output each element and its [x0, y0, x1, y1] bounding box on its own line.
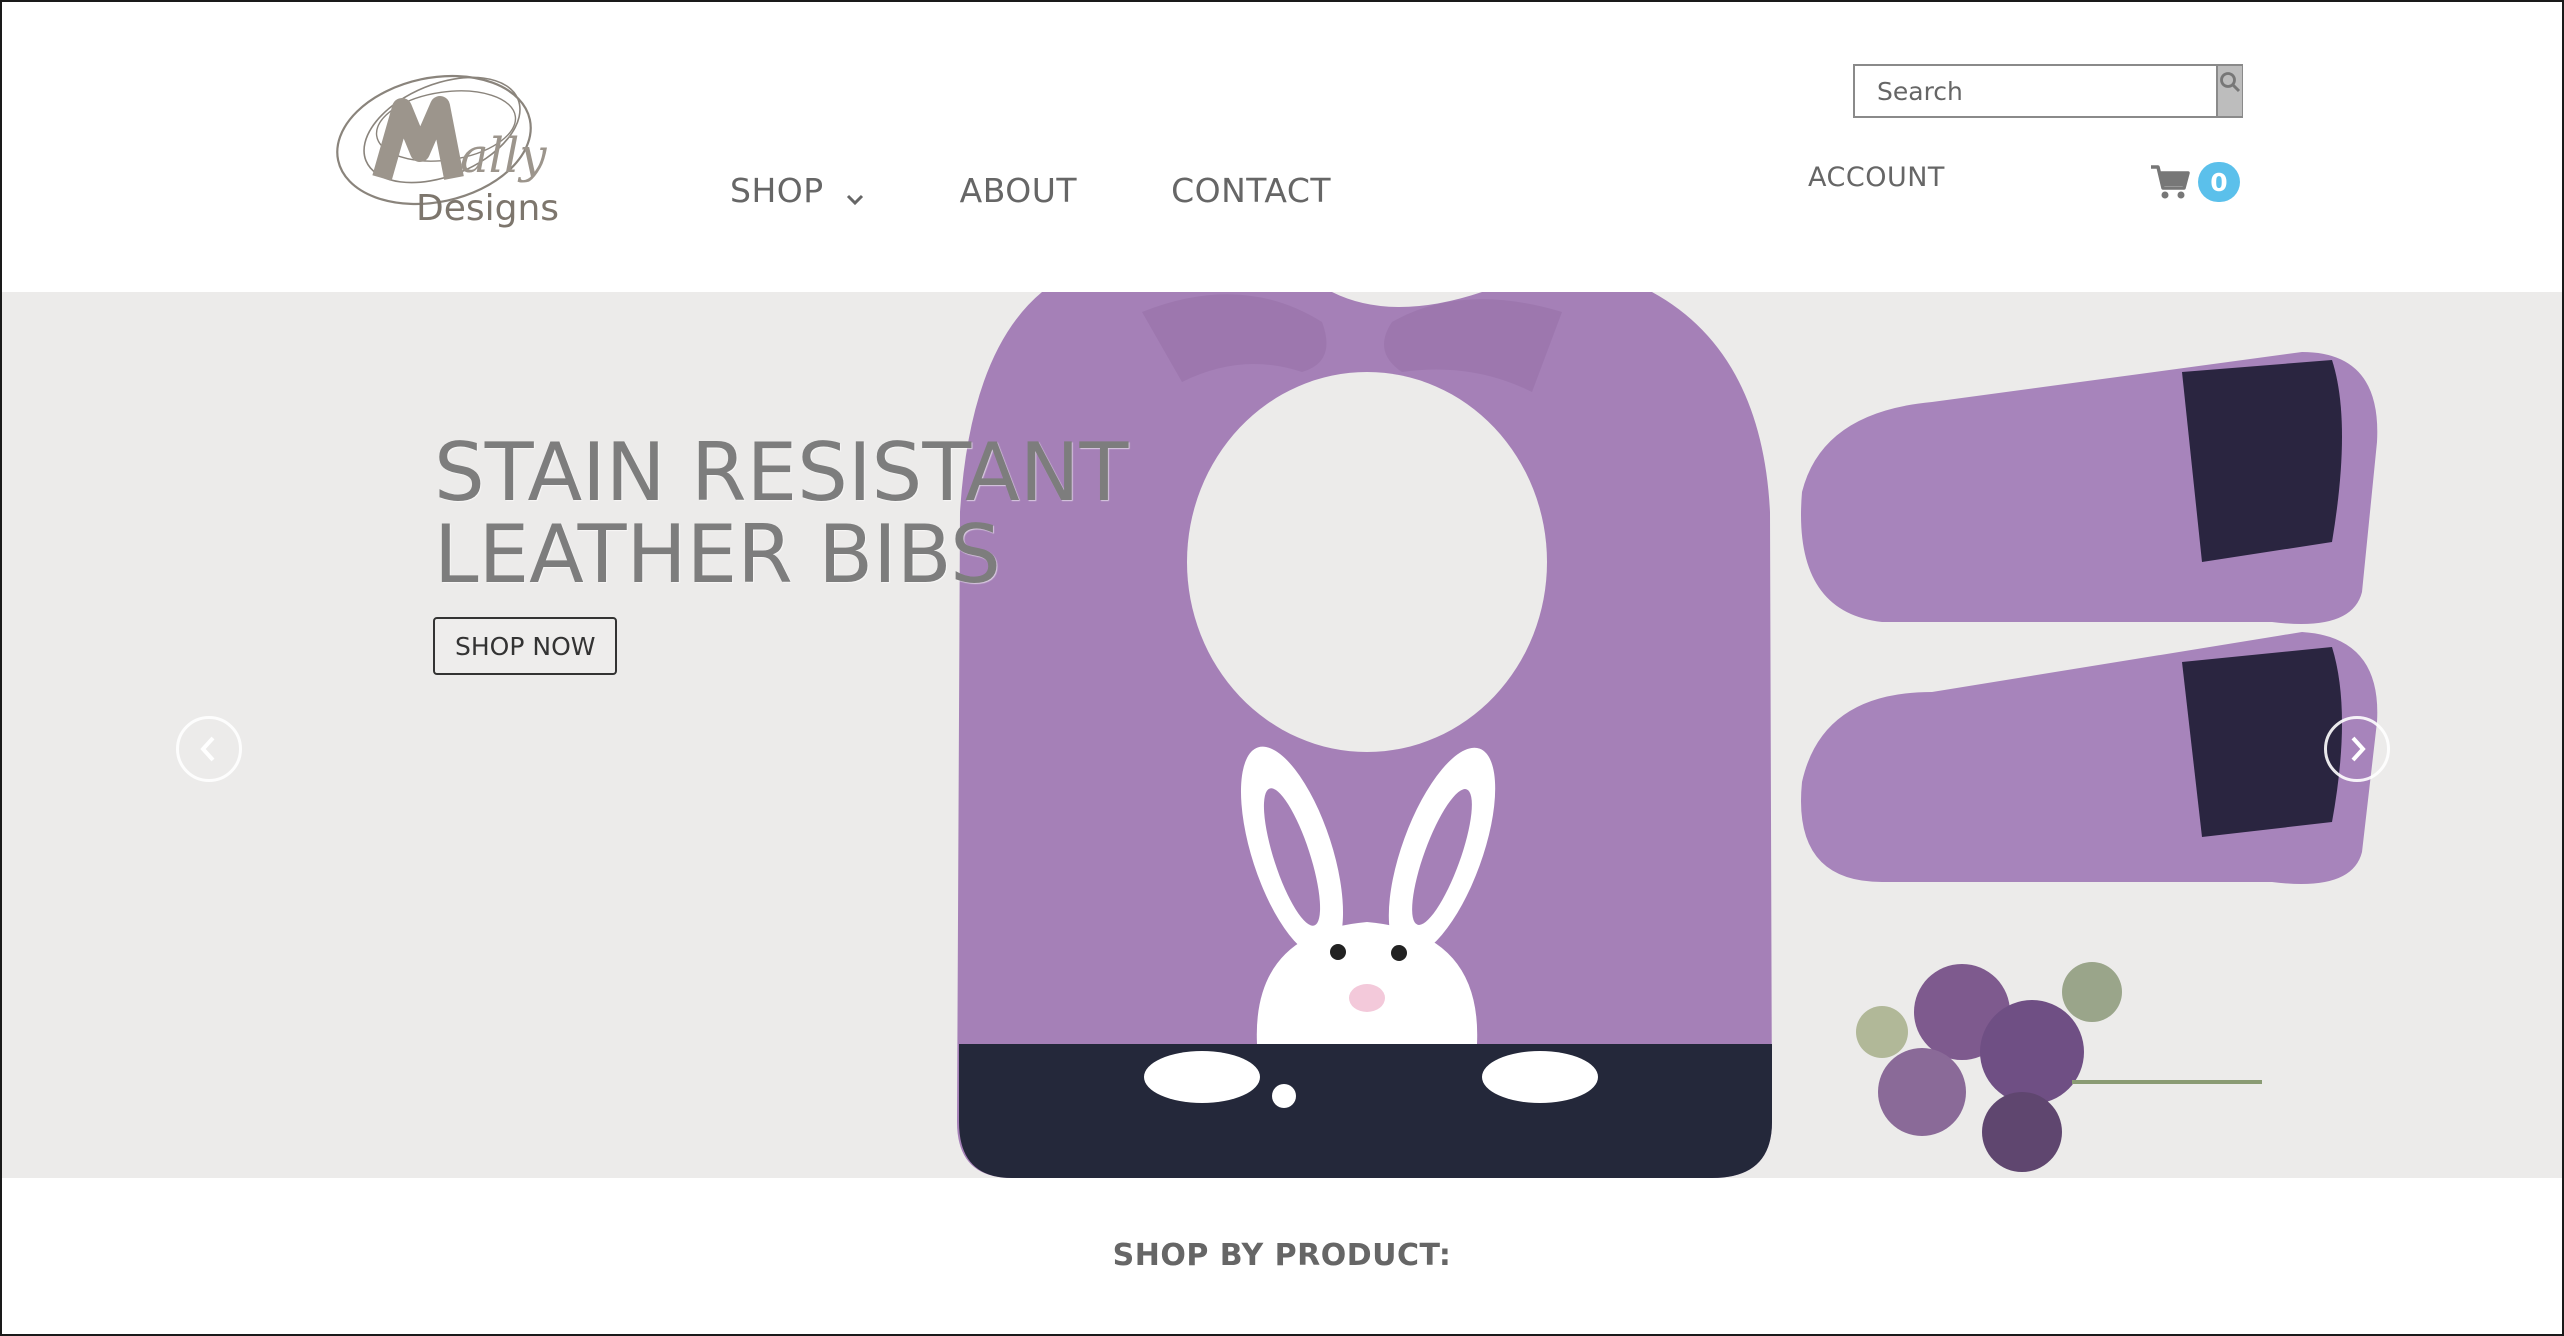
logo[interactable]: ally Designs	[324, 60, 584, 240]
carousel-next-button[interactable]	[2324, 716, 2390, 782]
search-icon	[2220, 72, 2241, 93]
hero-carousel: STAIN RESISTANT LEATHER BIBS SHOP NOW	[2, 292, 2562, 1178]
cart-link[interactable]: 0	[2150, 162, 2240, 202]
shop-now-label: SHOP NOW	[455, 631, 596, 661]
shop-by-product-label: SHOP BY PRODUCT:	[1112, 1238, 1452, 1273]
cart-count-badge: 0	[2198, 162, 2240, 202]
shop-by-product-heading: SHOP BY PRODUCT:	[2, 1238, 2562, 1273]
search-button[interactable]	[2216, 66, 2242, 116]
nav-shop-label: SHOP	[730, 170, 824, 210]
hero-image	[2, 292, 2562, 1178]
hero-title-line1: STAIN RESISTANT	[434, 426, 1129, 519]
account-link[interactable]: ACCOUNT	[1808, 162, 1945, 193]
search-input[interactable]	[1855, 66, 2216, 116]
svg-text:ally: ally	[460, 128, 547, 184]
nav-about[interactable]: ABOUT	[960, 171, 1077, 210]
hero-title-line2: LEATHER BIBS	[434, 508, 1001, 601]
account-label: ACCOUNT	[1808, 162, 1945, 193]
site-header: ally Designs SHOP ABOUT CONTACT ACCOUNT	[2, 2, 2562, 292]
chevron-left-icon	[200, 736, 215, 762]
chevron-right-icon	[2351, 736, 2366, 762]
nav-contact[interactable]: CONTACT	[1171, 171, 1331, 210]
shopping-cart-icon	[2151, 165, 2190, 199]
carousel-indicator-dot[interactable]	[1272, 1084, 1296, 1108]
search-form	[1853, 64, 2243, 118]
carousel-prev-button[interactable]	[176, 716, 242, 782]
nav-shop[interactable]: SHOP	[730, 171, 866, 210]
hero-title: STAIN RESISTANT LEATHER BIBS	[434, 432, 1234, 596]
nav-about-label: ABOUT	[959, 170, 1078, 210]
svg-text:Designs: Designs	[416, 188, 559, 229]
logo-image: ally Designs	[336, 74, 559, 229]
shop-now-button[interactable]: SHOP NOW	[433, 617, 618, 675]
main-nav: SHOP ABOUT CONTACT	[730, 165, 1425, 215]
nav-contact-label: CONTACT	[1171, 170, 1332, 210]
chevron-down-icon	[844, 179, 866, 206]
